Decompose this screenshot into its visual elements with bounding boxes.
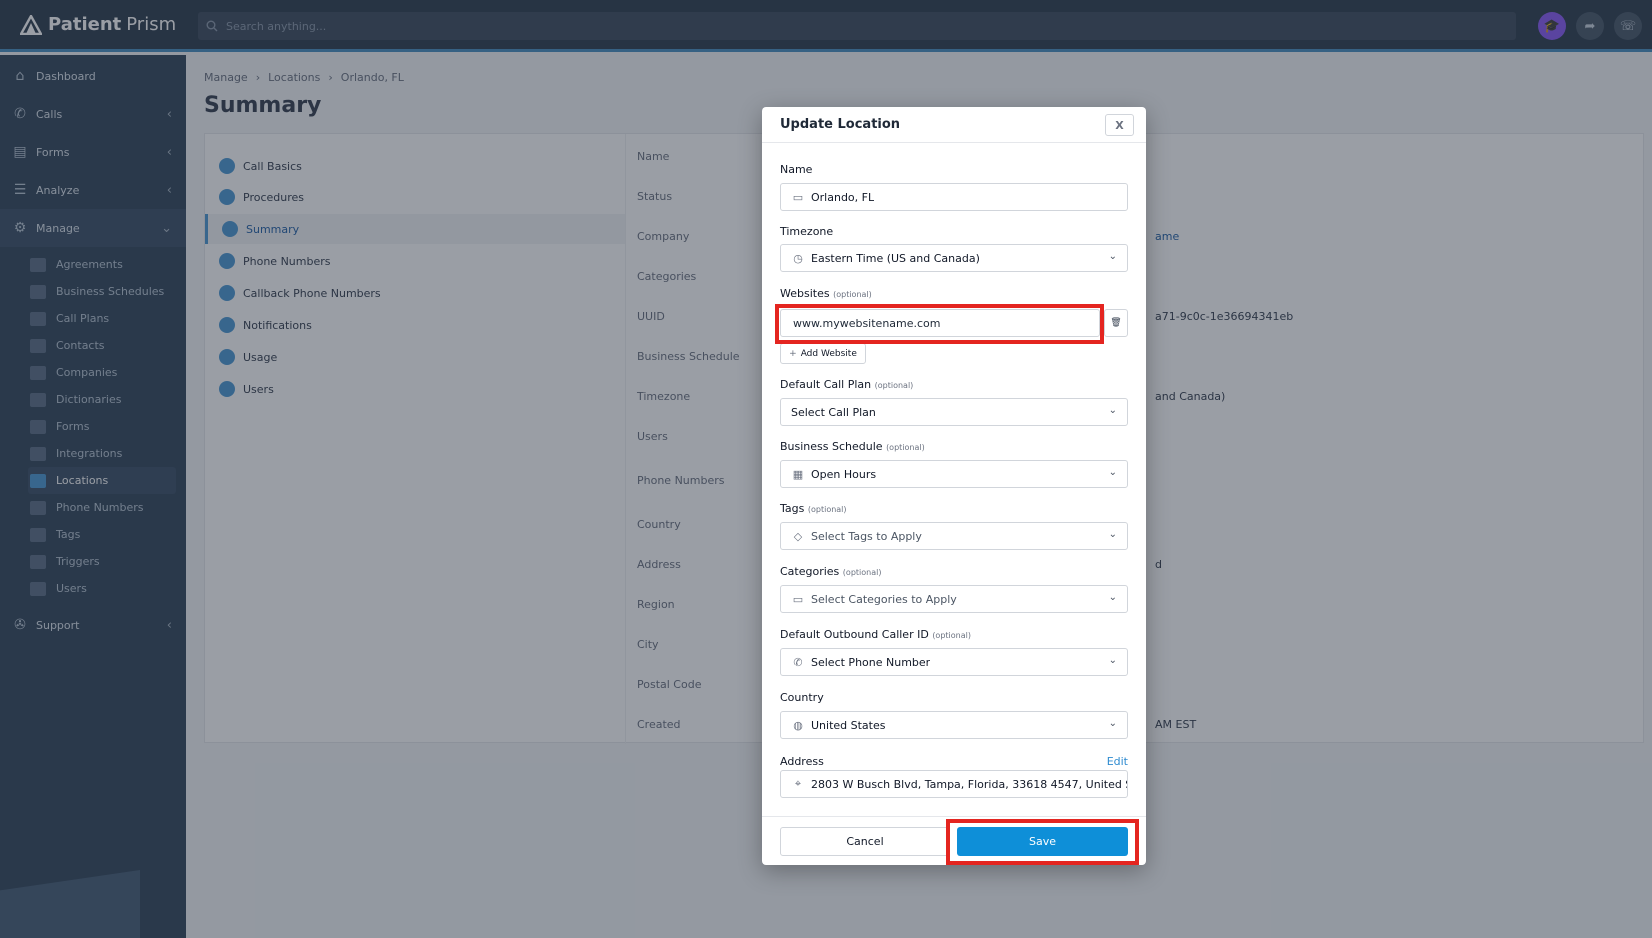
calendar-icon: ▦	[792, 467, 804, 481]
caller-id-label: Default Outbound Caller ID (optional)	[780, 628, 971, 641]
timezone-select[interactable]: ◷ Eastern Time (US and Canada) ⌄	[780, 244, 1128, 272]
categories-label: Categories (optional)	[780, 565, 882, 578]
id-card-icon: ▭	[792, 190, 804, 204]
trash-icon: 🗑	[1110, 318, 1122, 328]
caller-id-select[interactable]: ✆ Select Phone Number ⌄	[780, 648, 1128, 676]
website-highlight-box	[775, 304, 1104, 344]
country-label: Country	[780, 691, 824, 704]
plus-icon: +	[789, 348, 797, 359]
call-plan-label: Default Call Plan (optional)	[780, 378, 914, 391]
schedule-label: Business Schedule (optional)	[780, 440, 925, 453]
edit-address-link[interactable]: Edit	[1107, 755, 1128, 768]
cancel-button[interactable]: Cancel	[780, 827, 950, 856]
chevron-down-icon: ⌄	[1108, 467, 1117, 478]
timezone-label: Timezone	[780, 225, 834, 238]
chevron-down-icon: ⌄	[1108, 251, 1117, 262]
chevron-down-icon: ⌄	[1108, 655, 1117, 666]
tags-select[interactable]: ◇ Select Tags to Apply ⌄	[780, 522, 1128, 550]
add-website-button[interactable]: + Add Website	[780, 343, 866, 364]
address-field[interactable]: ⌖ 2803 W Busch Blvd, Tampa, Florida, 336…	[780, 770, 1128, 798]
location-pin-icon: ⌖	[794, 777, 802, 790]
chevron-down-icon: ⌄	[1108, 405, 1117, 416]
websites-label: Websites (optional)	[780, 287, 872, 300]
modal-header: Update Location X	[762, 107, 1146, 143]
country-select[interactable]: ◍ United States ⌄	[780, 711, 1128, 739]
chevron-down-icon: ⌄	[1108, 529, 1117, 540]
schedule-select[interactable]: ▦ Open Hours ⌄	[780, 460, 1128, 488]
chevron-down-icon: ⌄	[1108, 592, 1117, 603]
call-plan-select[interactable]: Select Call Plan ⌄	[780, 398, 1128, 426]
chevron-down-icon: ⌄	[1108, 718, 1117, 729]
phone-icon: ✆	[793, 655, 803, 669]
delete-website-button[interactable]: 🗑	[1104, 309, 1128, 337]
address-label: Address	[780, 755, 824, 768]
clock-icon: ◷	[793, 251, 803, 265]
tags-label: Tags (optional)	[780, 502, 847, 515]
globe-icon: ◍	[793, 718, 803, 732]
categories-select[interactable]: ▭ Select Categories to Apply ⌄	[780, 585, 1128, 613]
tag-icon: ◇	[793, 529, 803, 543]
name-label: Name	[780, 163, 813, 176]
save-highlight-box	[946, 819, 1139, 865]
update-location-modal: Update Location X Name ▭ Orlando, FL Tim…	[762, 107, 1146, 865]
name-field[interactable]: ▭ Orlando, FL	[780, 183, 1128, 211]
folder-icon: ▭	[792, 592, 804, 606]
close-button[interactable]: X	[1105, 114, 1134, 136]
modal-title: Update Location	[780, 117, 901, 132]
